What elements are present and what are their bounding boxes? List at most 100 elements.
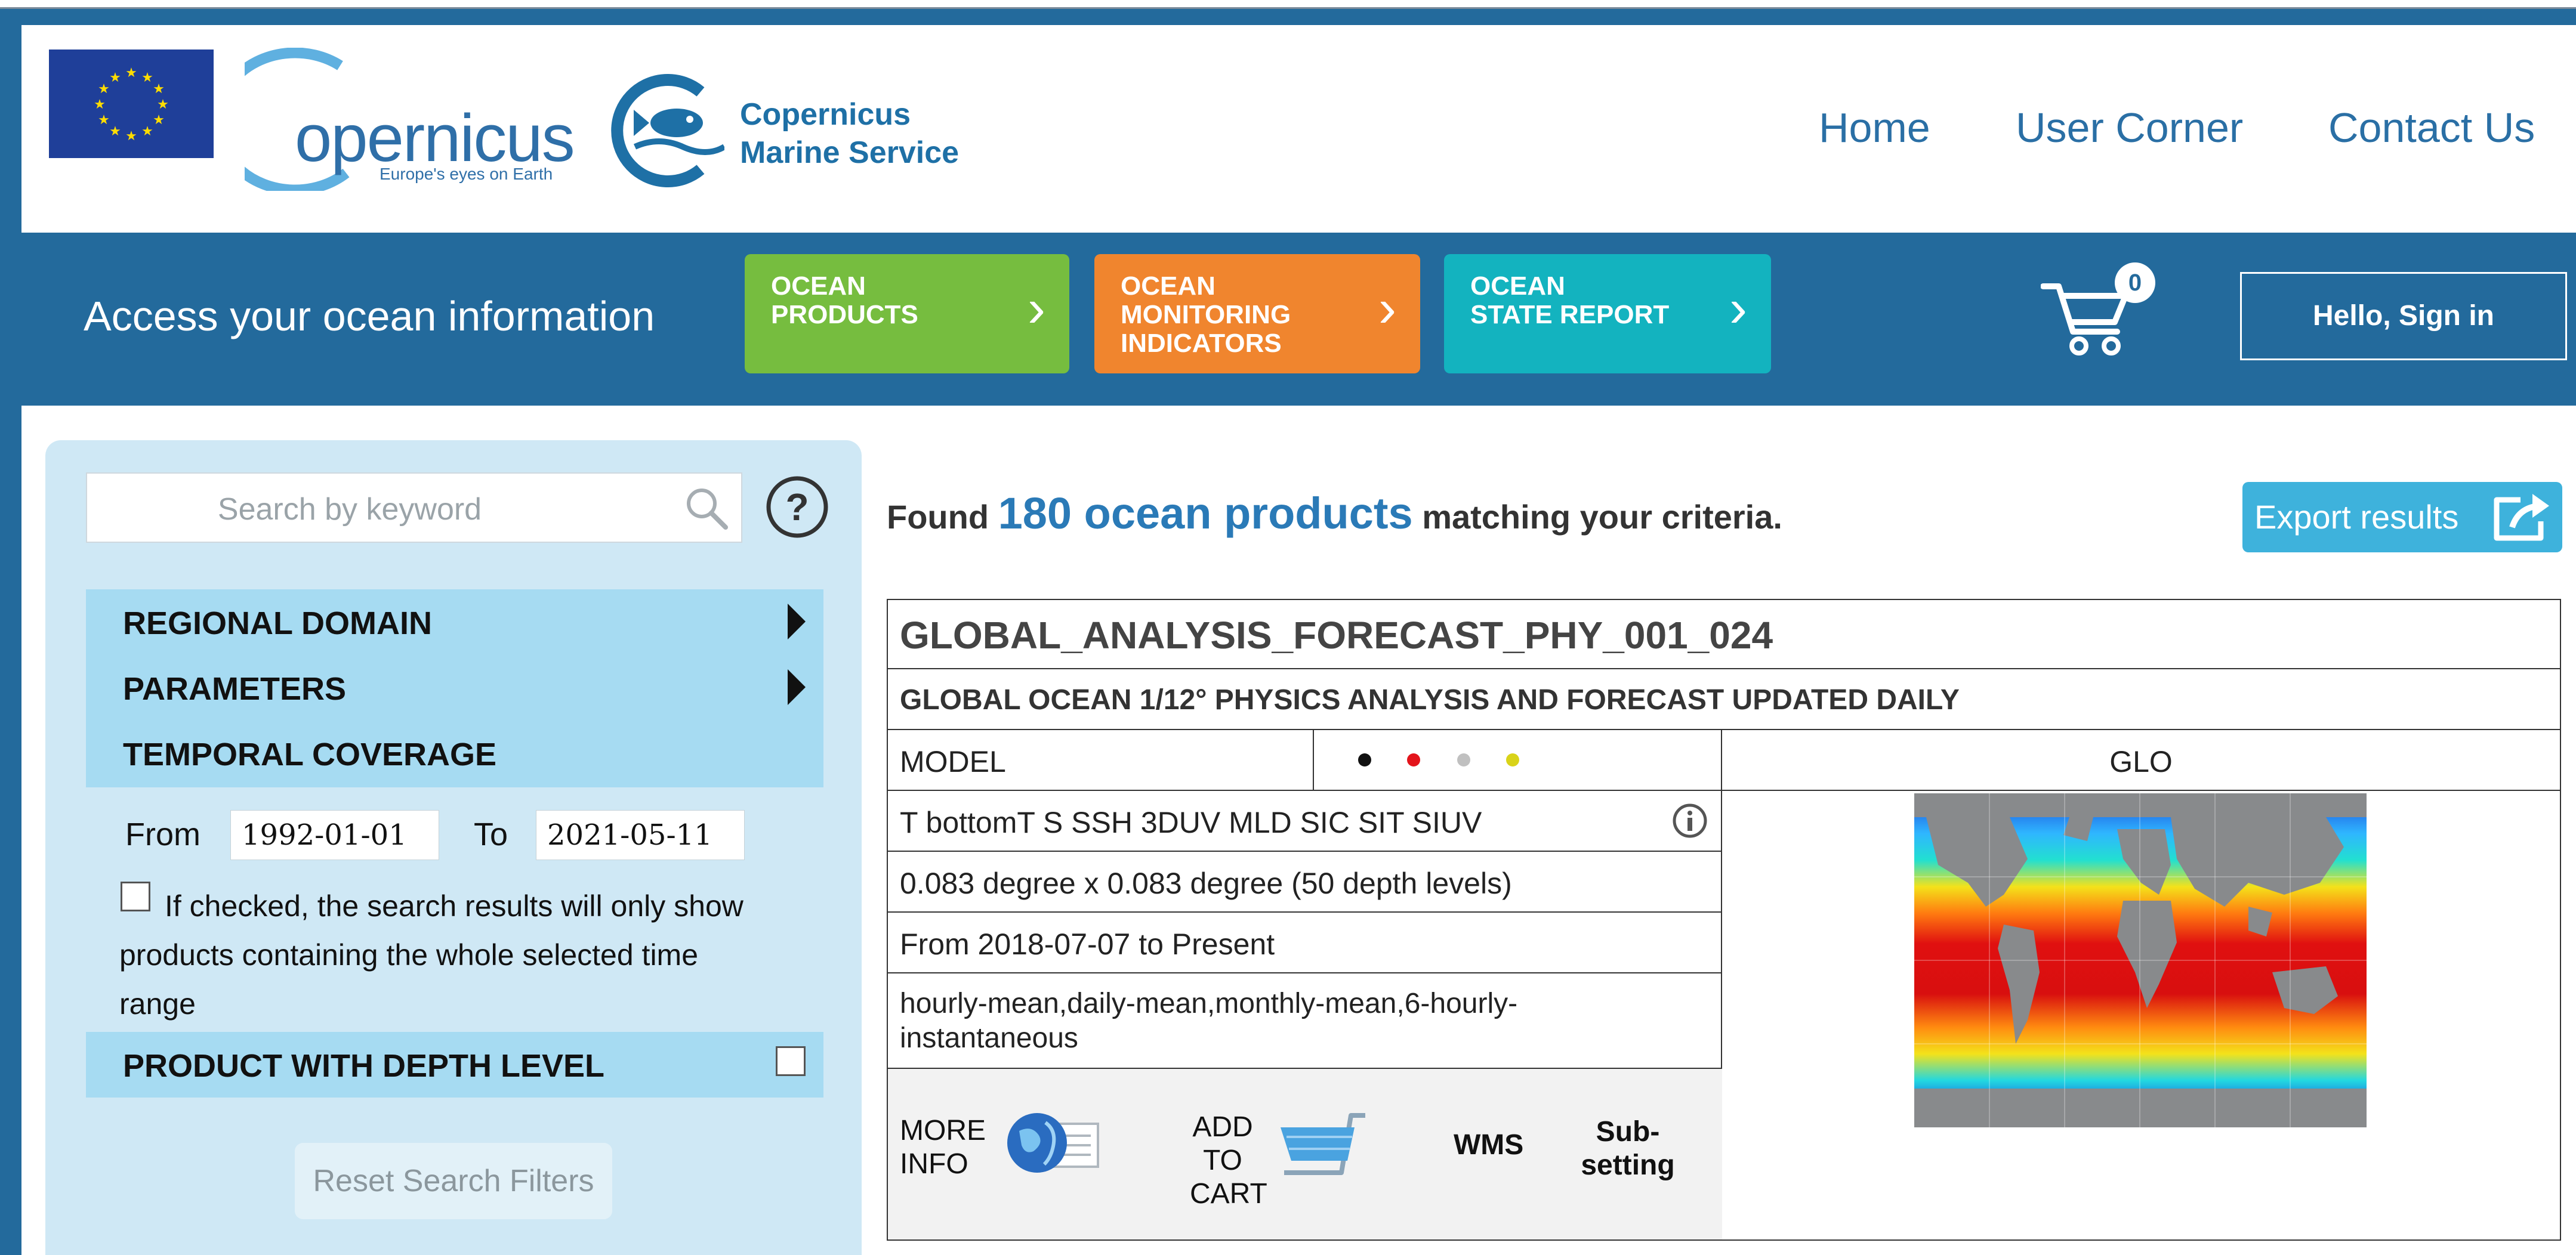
svg-text:★: ★	[141, 124, 153, 139]
divider	[888, 972, 1722, 973]
svg-text:★: ★	[109, 124, 121, 139]
tile-ocean-products[interactable]: OCEAN PRODUCTS ›	[745, 254, 1069, 373]
eu-flag-icon[interactable]: ★ ★★ ★★★ ★★★ ★★★	[49, 50, 214, 158]
product-frequency: hourly-mean,daily-mean,monthly-mean,6-ho…	[900, 987, 1517, 1056]
search-input[interactable]: Search by keyword	[87, 492, 612, 527]
product-type: MODEL	[900, 745, 1006, 778]
divider	[888, 851, 1722, 852]
results-count: 180 ocean products	[998, 489, 1413, 538]
status-dot-black	[1358, 753, 1371, 766]
divider	[888, 668, 2560, 669]
marine-service-fish-icon[interactable]	[611, 74, 724, 187]
add-to-cart-line1: ADD	[1192, 1111, 1253, 1143]
product-preview-map[interactable]	[1914, 793, 2367, 1127]
browser-page: ★ ★ ★ ★ ★ ★ ★ ★ ★ ★ ★ ★ opernicus Europe's eyes …	[0, 0, 2576, 1255]
product-resolution: 0.083 degree x 0.083 degree (50 depth le…	[900, 867, 1512, 900]
subsetting-button[interactable]: Sub- setting	[1574, 1115, 1682, 1182]
results-suffix: matching your criteria.	[1422, 498, 1782, 536]
chevron-right-icon: ›	[1378, 279, 1396, 338]
svg-text:★: ★	[98, 82, 110, 97]
svg-text:★: ★	[125, 66, 137, 81]
more-info-line1: MORE	[900, 1115, 986, 1146]
to-date-input[interactable]: 2021-05-11	[536, 810, 745, 860]
svg-text:?: ?	[785, 486, 809, 528]
copernicus-tagline: Europe's eyes on Earth	[380, 165, 553, 183]
tile-monitoring-line2: MONITORING	[1121, 300, 1291, 329]
more-info-button[interactable]: MORE INFO	[900, 1114, 986, 1181]
tile-state-report-line1: OCEAN	[1470, 271, 1565, 301]
filter-temporal-coverage-label: TEMPORAL COVERAGE	[123, 737, 497, 772]
subsetting-line2: setting	[1581, 1149, 1675, 1181]
divider	[888, 911, 1722, 913]
nav-contact-us[interactable]: Contact Us	[2328, 104, 2535, 152]
whole-range-caption: If checked, the search results will only…	[119, 882, 800, 1028]
cart-icon[interactable]	[1276, 1111, 1372, 1182]
product-frequency-line2: instantaneous	[900, 1022, 1078, 1054]
status-dot-grey	[1457, 753, 1470, 766]
results-summary: Found 180 ocean products matching your c…	[887, 488, 1782, 539]
filter-regional-domain[interactable]: REGIONAL DOMAIN	[86, 589, 823, 655]
divider	[888, 729, 2560, 730]
svg-text:★: ★	[94, 97, 106, 112]
filter-depth-level-label: PRODUCT WITH DEPTH LEVEL	[123, 1048, 604, 1084]
tile-ocean-state-report[interactable]: OCEAN STATE REPORT ›	[1444, 254, 1771, 373]
product-variables: T bottomT S SSH 3DUV MLD SIC SIT SIUV	[900, 806, 1482, 839]
tile-monitoring-line1: OCEAN	[1121, 271, 1215, 301]
sign-in-button[interactable]: Hello, Sign in	[2240, 272, 2567, 360]
nav-home[interactable]: Home	[1819, 104, 1930, 152]
from-date-input[interactable]: 1992-01-01	[230, 810, 439, 860]
from-label: From	[125, 817, 200, 852]
chevron-right-icon: ›	[1028, 279, 1045, 338]
nav-user-corner[interactable]: User Corner	[2016, 104, 2243, 152]
to-label: To	[474, 817, 508, 852]
product-id[interactable]: GLOBAL_ANALYSIS_FORECAST_PHY_001_024	[900, 613, 1773, 657]
filter-parameters-label: PARAMETERS	[123, 671, 347, 707]
svg-text:★: ★	[141, 70, 153, 85]
status-dot-red	[1407, 753, 1420, 766]
expand-arrow-icon	[788, 669, 806, 705]
product-frequency-line1: hourly-mean,daily-mean,monthly-mean,6-ho…	[900, 988, 1518, 1019]
marine-service-line2: Marine Service	[740, 135, 960, 170]
expand-arrow-icon	[788, 604, 806, 639]
product-area: GLO	[2109, 745, 2173, 778]
tile-ocean-products-line2: PRODUCTS	[771, 300, 918, 329]
globe-document-icon[interactable]	[1005, 1107, 1103, 1179]
divider	[888, 790, 2560, 791]
tile-state-report-line2: STATE REPORT	[1470, 300, 1670, 329]
tile-ocean-monitoring-indicators[interactable]: OCEAN MONITORING INDICATORS ›	[1094, 254, 1420, 373]
svg-text:★: ★	[153, 113, 165, 128]
add-to-cart-button[interactable]: ADD TO CART	[1190, 1111, 1267, 1211]
reset-filters-button[interactable]: Reset Search Filters	[295, 1143, 612, 1219]
marine-service-line1: Copernicus	[740, 97, 911, 132]
filter-parameters[interactable]: PARAMETERS	[86, 655, 823, 721]
product-title: GLOBAL OCEAN 1/12° PHYSICS ANALYSIS AND …	[900, 684, 1960, 716]
product-coverage: From 2018-07-07 to Present	[900, 928, 1275, 961]
search-icon[interactable]	[683, 484, 730, 532]
export-results-label: Export results	[2254, 498, 2459, 536]
cart-count-badge: 0	[2115, 262, 2155, 303]
copernicus-logo[interactable]: opernicus Europe's eyes on Earth	[245, 48, 579, 191]
filter-temporal-coverage[interactable]: TEMPORAL COVERAGE	[86, 721, 823, 787]
divider	[1313, 730, 1314, 791]
tile-monitoring-line3: INDICATORS	[1121, 329, 1282, 358]
help-icon[interactable]: ?	[765, 475, 829, 539]
filter-regional-domain-label: REGIONAL DOMAIN	[123, 605, 433, 641]
svg-text:★: ★	[125, 129, 137, 144]
search-box[interactable]: Search by keyword	[86, 472, 742, 543]
svg-text:★: ★	[157, 97, 169, 112]
export-results-button[interactable]: Export results	[2242, 482, 2562, 552]
chevron-right-icon: ›	[1729, 279, 1747, 338]
whole-range-caption-line3: range	[119, 987, 196, 1021]
svg-text:★: ★	[109, 70, 121, 85]
banner-tagline: Access your ocean information	[84, 293, 655, 339]
svg-text:★: ★	[98, 113, 110, 128]
info-icon[interactable]	[1672, 803, 1708, 839]
results-prefix: Found	[887, 498, 989, 536]
depth-level-checkbox[interactable]	[776, 1046, 806, 1076]
whole-range-caption-line1: If checked, the search results will only…	[165, 889, 744, 923]
more-info-line2: INFO	[900, 1148, 968, 1180]
filter-depth-level: PRODUCT WITH DEPTH LEVEL	[86, 1032, 823, 1098]
marine-service-name[interactable]: Copernicus Marine Service	[740, 95, 959, 172]
wms-button[interactable]: WMS	[1454, 1129, 1523, 1162]
status-dot-yellow	[1506, 753, 1519, 766]
